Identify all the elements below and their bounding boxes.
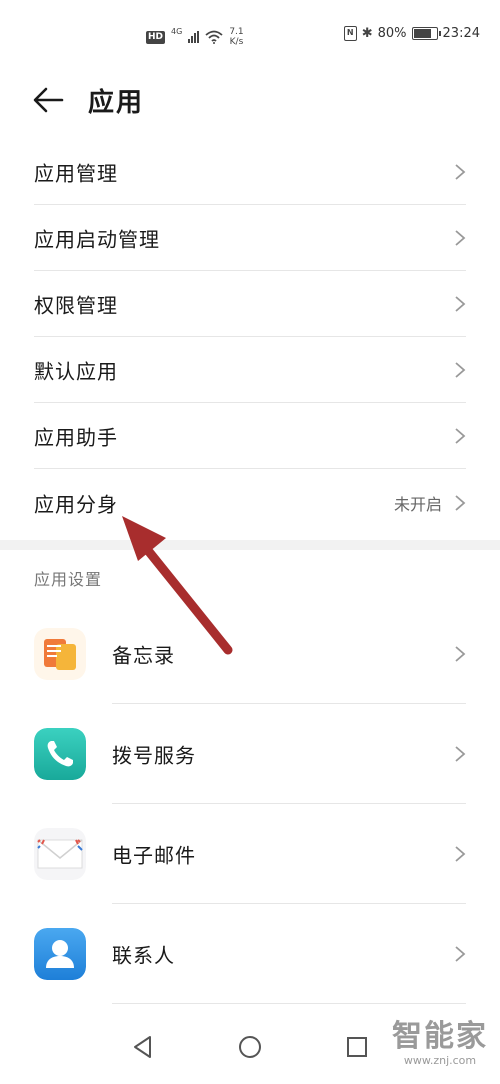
menu-item-label: 默认应用 — [34, 359, 118, 384]
chevron-right-icon — [455, 428, 466, 444]
chevron-right-icon — [455, 646, 466, 662]
battery-percent: 80% — [377, 26, 407, 41]
menu-item-label: 应用分身 — [34, 492, 118, 517]
nav-home-icon[interactable] — [237, 1034, 263, 1060]
app-row-notepad[interactable]: 备忘录 — [34, 604, 466, 704]
page-title: 应用 — [88, 88, 145, 118]
app-label: 备忘录 — [112, 643, 175, 668]
status-icons: HD 4G 7.1 K/s — [146, 24, 244, 50]
watermark-logo: 智能家 www.znj.com — [392, 1020, 488, 1068]
divider — [112, 1003, 466, 1004]
watermark-url: www.znj.com — [403, 1054, 477, 1067]
chevron-right-icon — [455, 164, 466, 180]
section-divider — [0, 540, 500, 550]
menu-item-label: 应用管理 — [34, 161, 118, 186]
chevron-right-icon — [455, 495, 466, 511]
menu-item-label: 应用助手 — [34, 425, 118, 450]
app-row-contacts[interactable]: 联系人 — [34, 904, 466, 1004]
menu-item-label: 应用启动管理 — [34, 227, 160, 252]
clock: 23:24 — [442, 26, 480, 41]
contacts-icon — [34, 928, 86, 980]
menu-item-label: 权限管理 — [34, 293, 118, 318]
chevron-right-icon — [455, 230, 466, 246]
nav-back-icon[interactable] — [130, 1034, 156, 1060]
menu-item-app-launch-management[interactable]: 应用启动管理 — [34, 205, 466, 271]
bluetooth-icon: ✱ — [361, 26, 373, 41]
nav-recents-icon[interactable] — [344, 1034, 370, 1060]
menu-item-permission-management[interactable]: 权限管理 — [34, 271, 466, 337]
network-type: 4G — [171, 26, 183, 36]
status-bar: HD 4G 7.1 K/s N ✱ 80% 23:24 — [0, 0, 500, 60]
notepad-icon — [34, 628, 86, 680]
watermark-brand: 智能家 — [392, 1019, 488, 1054]
app-row-dialer[interactable]: 拨号服务 — [34, 704, 466, 804]
section-title-app-settings: 应用设置 — [34, 570, 103, 589]
menu-item-default-apps[interactable]: 默认应用 — [34, 337, 466, 403]
status-right: N ✱ 80% 23:24 — [343, 26, 480, 41]
menu-item-app-twin[interactable]: 应用分身 未开启 — [34, 470, 466, 536]
hd-badge: HD — [146, 30, 166, 44]
nfc-icon: N — [343, 26, 357, 41]
chevron-right-icon — [455, 362, 466, 378]
app-label: 电子邮件 — [112, 843, 196, 868]
app-header: 应用 — [0, 70, 500, 130]
chevron-right-icon — [455, 846, 466, 862]
wifi-icon — [205, 30, 223, 44]
back-arrow-icon[interactable] — [32, 86, 64, 114]
chevron-right-icon — [455, 296, 466, 312]
menu-item-app-assistant[interactable]: 应用助手 — [34, 403, 466, 469]
app-twin-status: 未开启 — [393, 495, 442, 514]
chevron-right-icon — [455, 746, 466, 762]
email-icon — [34, 828, 86, 880]
battery-icon — [411, 27, 441, 40]
chevron-right-icon — [455, 946, 466, 962]
app-label: 联系人 — [112, 943, 175, 968]
menu-item-app-management[interactable]: 应用管理 — [34, 139, 466, 205]
signal-icon — [188, 31, 200, 43]
network-speed: 7.1 K/s — [229, 27, 244, 47]
phone-icon — [34, 728, 86, 780]
divider — [34, 468, 466, 469]
app-label: 拨号服务 — [112, 743, 196, 768]
app-row-email[interactable]: 电子邮件 — [34, 804, 466, 904]
